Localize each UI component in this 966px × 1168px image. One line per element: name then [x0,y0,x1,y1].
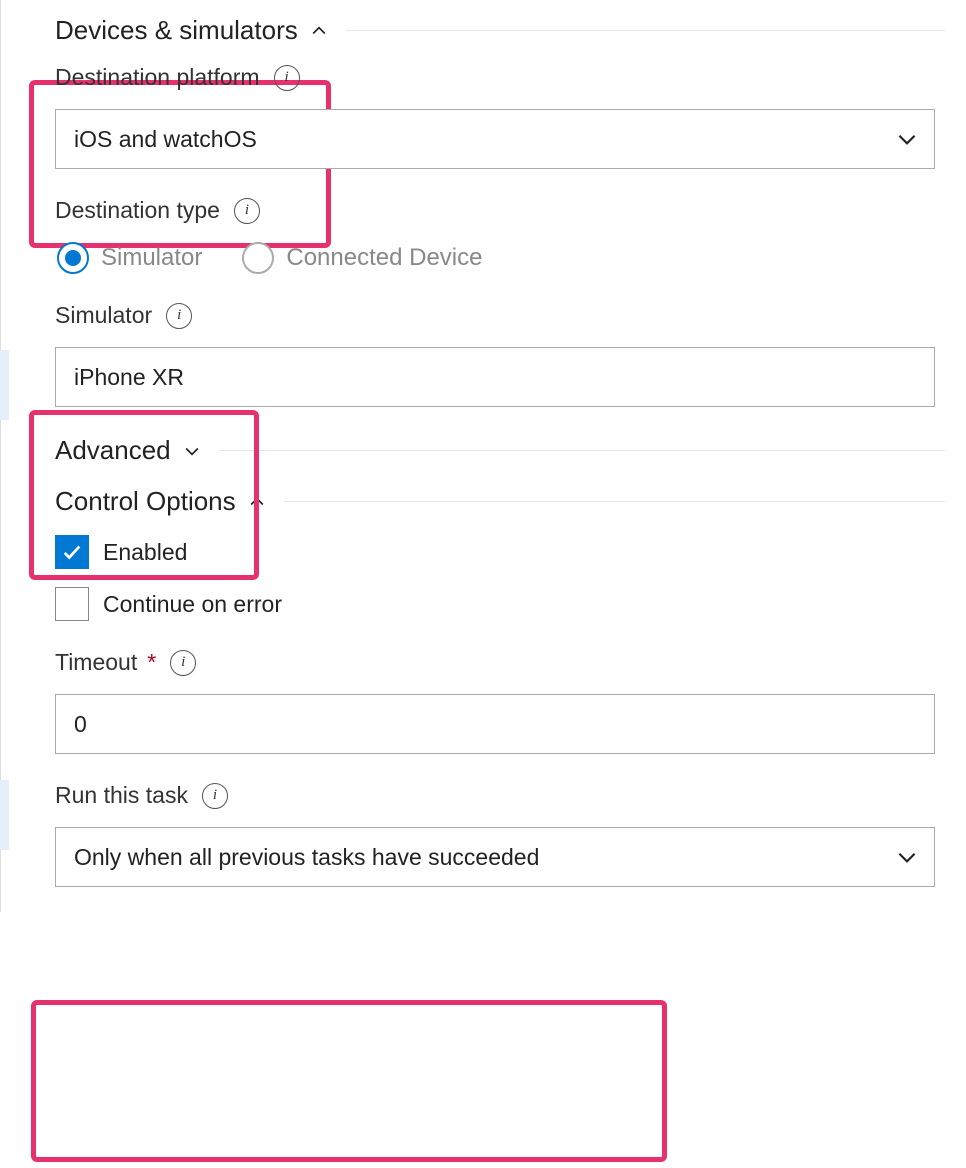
divider [284,501,945,502]
section-control-title: Control Options [55,486,236,517]
run-task-label: Run this task [55,782,188,809]
timeout-input[interactable]: 0 [55,694,935,754]
radio-simulator-label: Simulator [101,244,202,272]
simulator-input[interactable]: iPhone XR [55,347,935,407]
destination-platform-select[interactable]: iOS and watchOS [55,109,935,169]
checkbox-icon [55,587,89,621]
left-marker [0,780,9,850]
section-advanced-title: Advanced [55,435,171,466]
required-asterisk: * [147,649,156,676]
section-devices-title: Devices & simulators [55,15,298,46]
info-icon[interactable]: i [202,783,228,809]
field-destination-platform: Destination platform i iOS and watchOS [55,64,945,169]
chevron-down-icon [894,126,920,152]
left-marker [0,350,9,420]
destination-type-label: Destination type [55,197,220,224]
radio-icon [242,242,274,274]
info-icon[interactable]: i [166,303,192,329]
timeout-label: Timeout [55,649,137,676]
section-advanced-header[interactable]: Advanced [55,435,945,466]
info-icon[interactable]: i [234,198,260,224]
timeout-value: 0 [74,711,87,738]
chevron-down-icon [181,440,203,462]
checkbox-icon [55,535,89,569]
destination-platform-value: iOS and watchOS [74,126,257,153]
radio-simulator[interactable]: Simulator [57,242,202,274]
continue-label: Continue on error [103,591,282,618]
field-timeout: Timeout * i 0 [55,649,945,754]
radio-connected-label: Connected Device [286,244,482,272]
chevron-up-icon [308,20,330,42]
checkbox-enabled[interactable]: Enabled [55,535,945,569]
chevron-up-icon [246,491,268,513]
field-destination-type: Destination type i Simulator Connected D… [55,197,945,274]
simulator-value: iPhone XR [74,364,184,391]
info-icon[interactable]: i [170,650,196,676]
enabled-label: Enabled [103,539,187,566]
chevron-down-icon [894,844,920,870]
run-task-select[interactable]: Only when all previous tasks have succee… [55,827,935,887]
run-task-value: Only when all previous tasks have succee… [74,844,539,871]
section-control-header[interactable]: Control Options [55,486,945,517]
radio-icon [57,242,89,274]
destination-platform-label: Destination platform [55,64,260,91]
divider [346,30,945,31]
divider [219,450,945,451]
field-run-task: Run this task i Only when all previous t… [55,782,945,887]
highlight-box [31,1000,667,1162]
info-icon[interactable]: i [274,65,300,91]
checkbox-continue-on-error[interactable]: Continue on error [55,587,945,621]
field-simulator: Simulator i iPhone XR [55,302,945,407]
radio-connected-device[interactable]: Connected Device [242,242,482,274]
simulator-label: Simulator [55,302,152,329]
section-devices-header[interactable]: Devices & simulators [55,15,945,46]
